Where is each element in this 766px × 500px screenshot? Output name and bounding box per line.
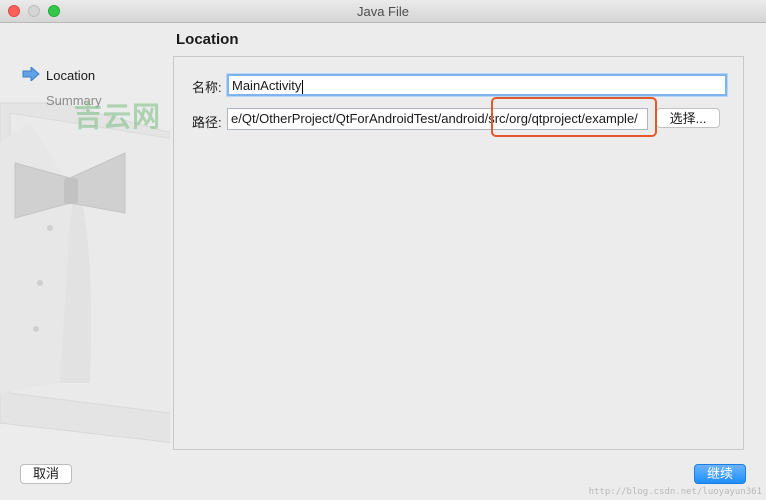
- annotation-highlight-box: [491, 97, 657, 137]
- watermark-logo: 吉云网: [74, 101, 162, 132]
- title-bar: Java File: [0, 0, 766, 23]
- wizard-step-location: Location: [46, 68, 96, 83]
- name-input-value: MainActivity: [232, 78, 302, 93]
- source-url-watermark: http://blog.csdn.net/luoyayun361: [588, 487, 762, 497]
- browse-button[interactable]: 选择...: [656, 108, 720, 128]
- cancel-button[interactable]: 取消: [20, 464, 72, 484]
- java-file-dialog: Java File Location Summary 吉云网 Location …: [0, 0, 766, 500]
- path-label: 路径:: [192, 115, 222, 130]
- text-caret: [302, 79, 304, 94]
- wizard-steps-pane: Location Summary 吉云网: [0, 23, 170, 453]
- window-title: Java File: [356, 4, 410, 19]
- continue-button[interactable]: 继续: [694, 464, 746, 484]
- name-label: 名称:: [192, 80, 222, 95]
- page-title: Location: [176, 31, 239, 48]
- name-input[interactable]: MainActivity: [227, 74, 727, 96]
- current-step-arrow-icon: [22, 67, 40, 81]
- tuxedo-illustration: [0, 102, 170, 443]
